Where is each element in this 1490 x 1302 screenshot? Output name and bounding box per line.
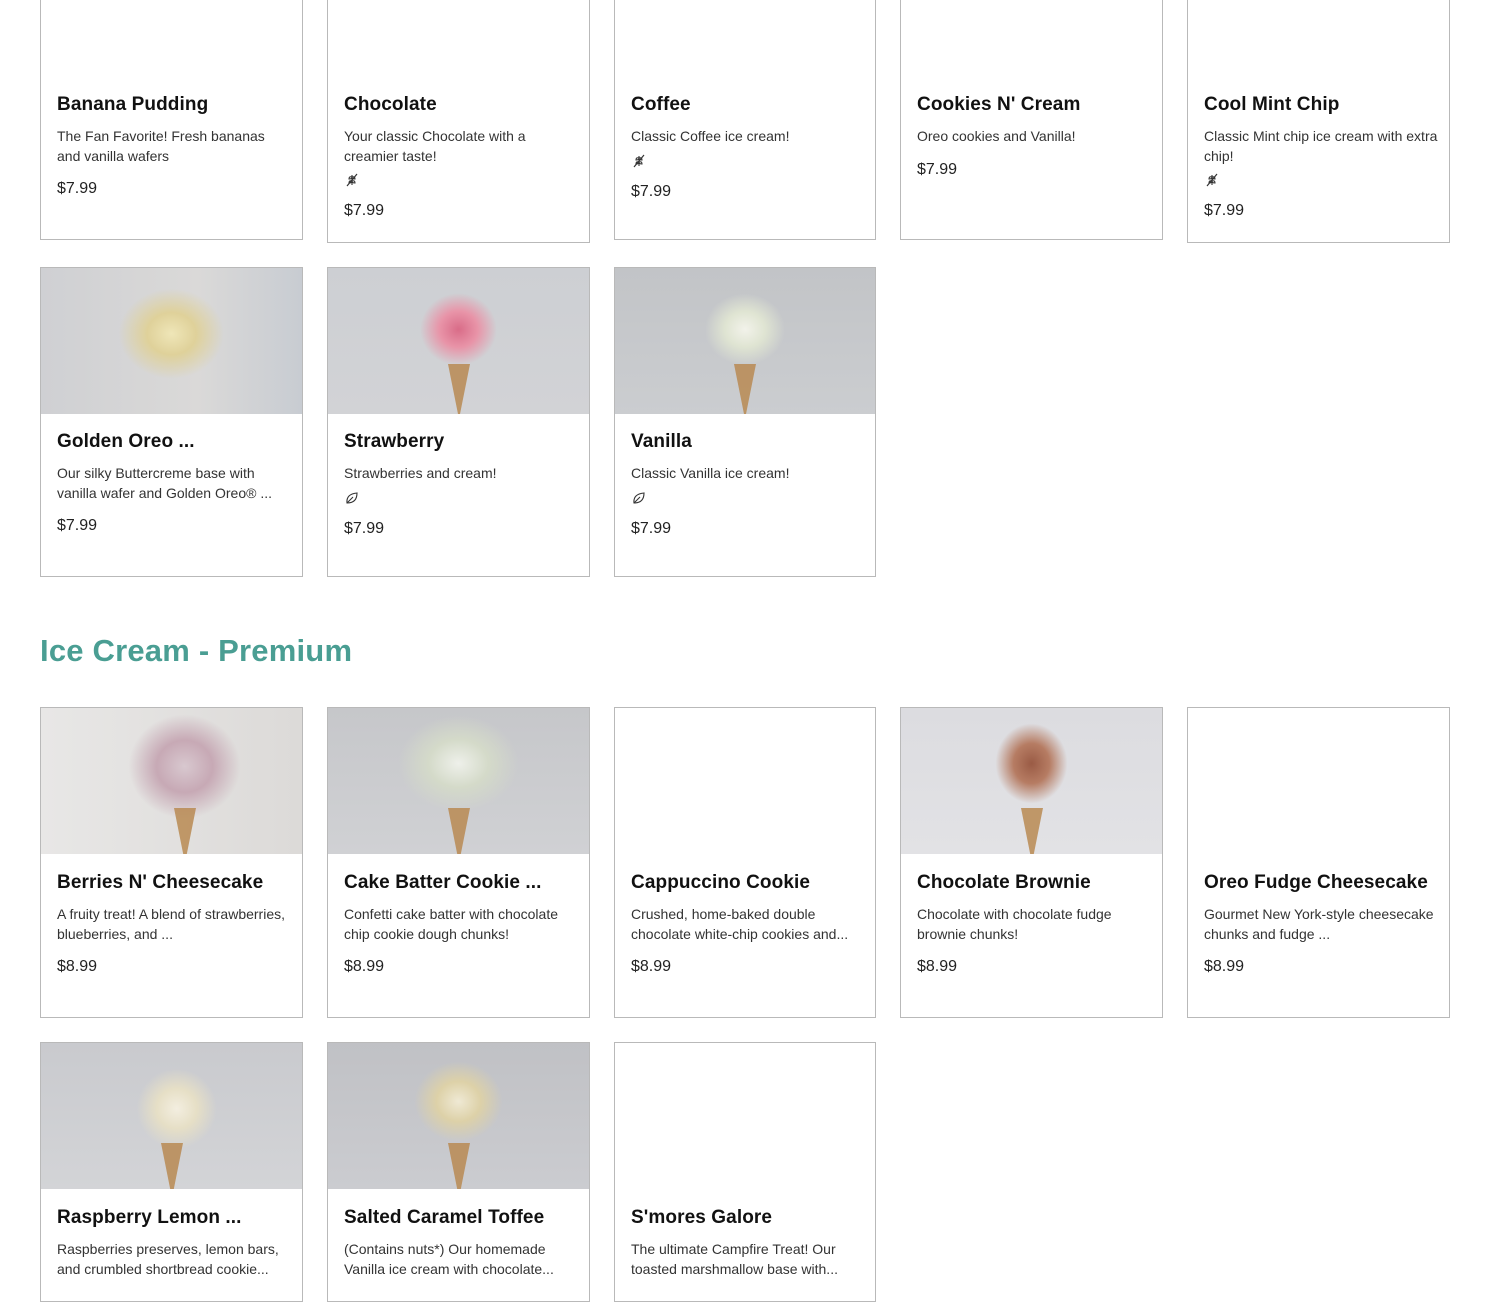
menu-item-card[interactable]: Strawberry Strawberries and cream! $7.99 <box>327 267 590 577</box>
item-description: The ultimate Campfire Treat! Our toasted… <box>631 1241 838 1277</box>
item-title: Salted Caramel Toffee <box>344 1207 545 1228</box>
menu-item-card[interactable]: Cool Mint Chip Classic Mint chip ice cre… <box>1187 0 1450 243</box>
card-body: Raspberry Lemon ... Raspberries preserve… <box>57 1207 292 1279</box>
item-title: Strawberry <box>344 431 445 452</box>
menu-item-card[interactable]: Oreo Fudge Cheesecake Gourmet New York-s… <box>1187 707 1450 1018</box>
card-body: Vanilla Classic Vanilla ice cream! $7.99 <box>631 431 865 538</box>
item-title: Vanilla <box>631 431 692 452</box>
item-description: Oreo cookies and Vanilla! <box>917 128 1076 144</box>
item-price: $8.99 <box>57 958 98 975</box>
item-photo <box>41 268 302 414</box>
card-body: S'mores Galore The ultimate Campfire Tre… <box>631 1207 865 1279</box>
item-price: $7.99 <box>57 517 98 534</box>
item-price: $7.99 <box>344 519 385 537</box>
item-photo <box>41 708 302 854</box>
menu-item-card[interactable]: Cookies N' Cream Oreo cookies and Vanill… <box>900 0 1163 240</box>
cone-shape <box>447 1143 470 1189</box>
card-body: Cappuccino Cookie Crushed, home-baked do… <box>631 872 865 976</box>
cone-shape <box>173 808 196 854</box>
card-body: Coffee Classic Coffee ice cream! $7.99 <box>631 94 865 201</box>
item-title: Chocolate Brownie <box>917 872 1091 893</box>
menu-item-card[interactable]: Golden Oreo ... Our silky Buttercreme ba… <box>40 267 303 577</box>
card-body: Salted Caramel Toffee (Contains nuts*) O… <box>344 1207 579 1279</box>
vegetarian-leaf-icon <box>633 491 645 504</box>
item-description: A fruity treat! A blend of strawberries,… <box>57 906 285 942</box>
card-body: Cookies N' Cream Oreo cookies and Vanill… <box>917 94 1152 179</box>
gluten-free-icon <box>1206 173 1218 187</box>
item-title: Cool Mint Chip <box>1204 94 1340 115</box>
item-description: Chocolate with chocolate fudge brownie c… <box>917 906 1112 942</box>
gluten-free-icon <box>346 173 358 187</box>
cone-shape <box>1020 808 1043 854</box>
item-price: $7.99 <box>631 182 672 200</box>
item-title: Banana Pudding <box>57 94 209 115</box>
item-description: Strawberries and cream! <box>344 465 497 481</box>
menu-item-card[interactable]: Raspberry Lemon ... Raspberries preserve… <box>40 1042 303 1302</box>
menu-item-card[interactable]: Chocolate Brownie Chocolate with chocola… <box>900 707 1163 1018</box>
item-description: Raspberries preserves, lemon bars, and c… <box>57 1241 279 1277</box>
menu-item-card[interactable]: Chocolate Your classic Chocolate with a … <box>327 0 590 243</box>
card-body: Oreo Fudge Cheesecake Gourmet New York-s… <box>1204 872 1439 976</box>
item-description: Classic Vanilla ice cream! <box>631 465 790 481</box>
item-title: Oreo Fudge Cheesecake <box>1204 872 1428 893</box>
item-description: The Fan Favorite! Fresh bananas and vani… <box>57 128 265 164</box>
item-description: Gourmet New York-style cheesecake chunks… <box>1204 906 1434 942</box>
item-photo <box>901 708 1162 854</box>
item-description: (Contains nuts*) Our homemade Vanilla ic… <box>344 1241 554 1277</box>
item-description: Your classic Chocolate with a creamier t… <box>344 128 526 164</box>
card-body: Banana Pudding The Fan Favorite! Fresh b… <box>57 94 292 198</box>
item-price: $7.99 <box>917 160 958 178</box>
card-body: Cool Mint Chip Classic Mint chip ice cre… <box>1204 94 1439 220</box>
vegetarian-leaf-icon <box>346 491 358 504</box>
item-description: Confetti cake batter with chocolate chip… <box>344 906 559 942</box>
item-price: $8.99 <box>1204 958 1245 975</box>
card-body: Chocolate Your classic Chocolate with a … <box>344 94 579 220</box>
section-heading-premium: Ice Cream - Premium <box>40 633 353 668</box>
cone-shape <box>447 808 470 854</box>
menu-item-card[interactable]: Coffee Classic Coffee ice cream! $7.99 <box>614 0 876 240</box>
item-price: $7.99 <box>57 180 98 197</box>
item-title: Cookies N' Cream <box>917 94 1081 115</box>
item-price: $7.99 <box>1204 202 1245 219</box>
cone-shape <box>447 364 470 414</box>
menu-item-card[interactable]: Salted Caramel Toffee (Contains nuts*) O… <box>327 1042 590 1302</box>
menu-item-card[interactable]: Berries N' Cheesecake A fruity treat! A … <box>40 707 303 1018</box>
item-price: $8.99 <box>917 958 958 975</box>
item-description: Classic Mint chip ice cream with extra c… <box>1204 128 1438 164</box>
item-price: $7.99 <box>631 519 672 537</box>
cone-shape <box>734 364 756 414</box>
gluten-free-icon <box>633 154 645 167</box>
cone-shape <box>160 1143 183 1189</box>
item-title: Chocolate <box>344 94 437 115</box>
item-description: Classic Coffee ice cream! <box>631 128 790 144</box>
item-photo <box>615 268 875 414</box>
menu-item-card[interactable]: Vanilla Classic Vanilla ice cream! $7.99 <box>614 267 876 577</box>
item-price: $8.99 <box>631 958 672 975</box>
item-description: Crushed, home-baked double chocolate whi… <box>631 906 849 942</box>
item-title: Berries N' Cheesecake <box>57 872 264 893</box>
menu-item-card[interactable]: S'mores Galore The ultimate Campfire Tre… <box>614 1042 876 1302</box>
item-title: Coffee <box>631 94 691 115</box>
item-title: Cake Batter Cookie ... <box>344 872 542 893</box>
menu-item-card[interactable]: Cappuccino Cookie Crushed, home-baked do… <box>614 707 876 1018</box>
item-price: $7.99 <box>344 202 385 219</box>
item-title: Raspberry Lemon ... <box>57 1207 242 1228</box>
item-title: S'mores Galore <box>631 1207 773 1228</box>
item-photo <box>41 1043 302 1189</box>
item-title: Golden Oreo ... <box>57 431 195 452</box>
card-body: Cake Batter Cookie ... Confetti cake bat… <box>344 872 579 976</box>
card-body: Chocolate Brownie Chocolate with chocola… <box>917 872 1152 976</box>
card-body: Strawberry Strawberries and cream! $7.99 <box>344 431 579 538</box>
card-body: Golden Oreo ... Our silky Buttercreme ba… <box>57 431 292 535</box>
item-title: Cappuccino Cookie <box>631 872 811 893</box>
item-photo <box>328 268 589 414</box>
item-price: $8.99 <box>344 958 385 975</box>
item-photo <box>328 708 589 854</box>
item-photo <box>328 1043 589 1189</box>
menu-item-card[interactable]: Banana Pudding The Fan Favorite! Fresh b… <box>40 0 303 240</box>
menu-item-card[interactable]: Cake Batter Cookie ... Confetti cake bat… <box>327 707 590 1018</box>
item-description: Our silky Buttercreme base with vanilla … <box>57 465 272 501</box>
card-body: Berries N' Cheesecake A fruity treat! A … <box>57 872 292 976</box>
